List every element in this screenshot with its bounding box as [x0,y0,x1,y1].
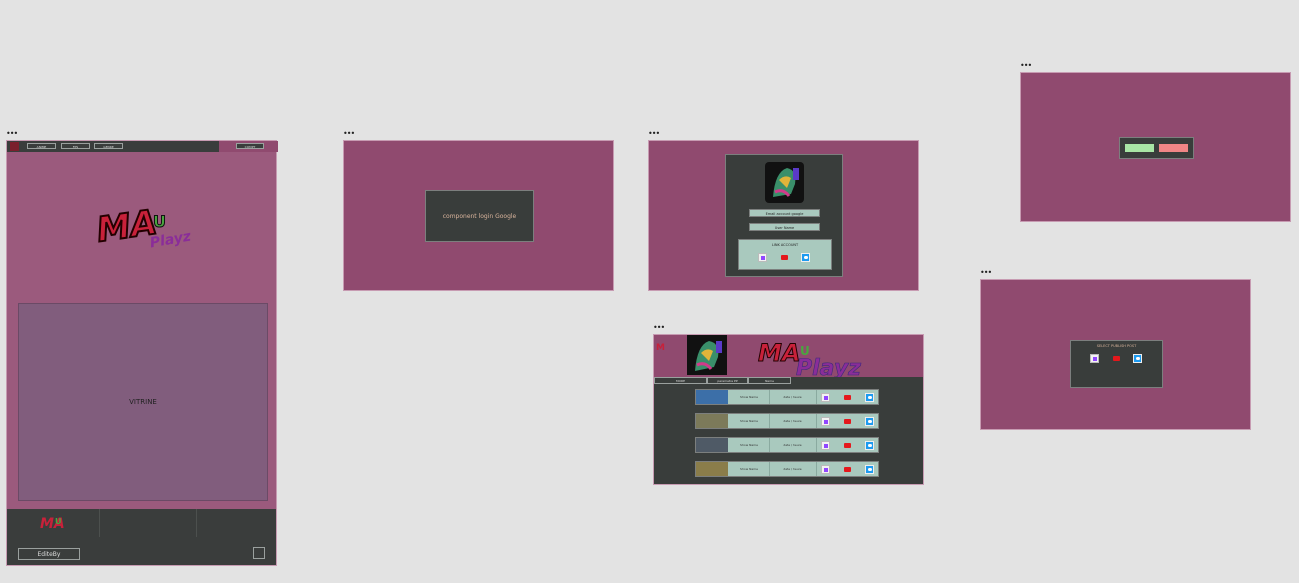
show-row[interactable]: Show Name date / heure [695,461,879,477]
twitter-icon[interactable] [801,253,810,262]
show-thumbnail [696,438,728,452]
show-date: date / heure [769,438,817,452]
tab-more[interactable]: MORE [654,377,707,384]
twitch-icon[interactable] [758,253,767,262]
svg-text:MA: MA [758,339,800,367]
profile-header: M MA U Playz [654,335,923,382]
show-row[interactable]: Show Name date / heure [695,437,879,453]
footer-square-button[interactable] [253,547,265,559]
svg-text:M: M [656,343,665,352]
show-title: Show Name [729,438,770,452]
nav-anime[interactable]: ANIME [27,143,56,149]
confirm-box [1119,137,1194,159]
show-date: date / heure [769,390,817,404]
email-account-button[interactable]: Email account google [749,209,820,217]
twitch-icon[interactable] [821,465,830,474]
twitch-icon[interactable] [1090,354,1099,363]
twitter-icon[interactable] [865,393,874,402]
account-panel: Email account google User Name LINK ACCO… [725,154,843,277]
twitter-icon[interactable] [865,417,874,426]
avatar [765,162,804,203]
youtube-icon[interactable] [843,417,852,426]
svg-text:U: U [153,212,166,231]
tab-parametre[interactable]: parametre PP [707,377,748,384]
show-date: date / heure [769,414,817,428]
svg-text:Playz: Playz [796,356,861,377]
twitter-icon[interactable] [865,441,874,450]
frame-menu-icon[interactable]: ••• [6,130,18,138]
twitch-icon[interactable] [821,441,830,450]
site-frame: ANIME FPS GENRE COMPT MA U Playz VITRINE… [6,140,278,566]
confirm-frame [1020,72,1291,222]
login-frame: component login Google [343,140,614,291]
tab-name[interactable]: Name [748,377,791,384]
show-title: Show Name [729,390,770,404]
site-logo-icon[interactable] [10,142,19,151]
footer: MA U EditeBy [7,509,276,565]
twitch-icon[interactable] [821,393,830,402]
cancel-button[interactable] [1159,144,1188,152]
edited-by-button[interactable]: EditeBy [18,548,80,560]
show-title: Show Name [729,414,770,428]
user-name-button[interactable]: User Name [749,223,820,231]
frame-menu-icon[interactable]: ••• [1020,62,1032,70]
twitter-icon[interactable] [865,465,874,474]
youtube-icon[interactable] [843,441,852,450]
show-row[interactable]: Show Name date / heure [695,389,879,405]
vitrine-panel: VITRINE [18,303,268,501]
publish-title: SELECT PUBLISH POST [1096,344,1137,348]
account-frame: Email account google User Name LINK ACCO… [648,140,919,291]
nav-genre[interactable]: GENRE [94,143,123,149]
mau-playz-logo: MA U Playz [756,335,868,382]
google-login-component[interactable]: component login Google [425,190,534,242]
link-account-box: LINK ACCOUNT [738,239,832,270]
show-thumbnail [696,390,728,404]
link-account-label: LINK ACCOUNT [771,243,799,247]
frame-menu-icon[interactable]: ••• [980,269,992,277]
twitch-icon[interactable] [821,417,830,426]
frame-menu-icon[interactable]: ••• [343,130,355,138]
top-navbar: ANIME FPS GENRE COMPT [7,141,278,152]
footer-cell-2 [99,509,197,537]
svg-text:U: U [55,517,62,526]
mau-logo: MA U Playz [93,197,200,257]
footer-logo: MA U [39,512,65,534]
show-date: date / heure [769,462,817,476]
show-title: Show Name [729,462,770,476]
twitter-icon[interactable] [1133,354,1142,363]
profile-frame: M MA U Playz MORE parametre PP Name Show… [653,334,924,485]
publish-frame: SELECT PUBLISH POST [980,279,1251,430]
profile-avatar [687,335,727,375]
publish-box: SELECT PUBLISH POST [1070,340,1163,388]
frame-menu-icon[interactable]: ••• [653,324,665,332]
frame-menu-icon[interactable]: ••• [648,130,660,138]
youtube-icon[interactable] [843,465,852,474]
confirm-button[interactable] [1125,144,1154,152]
youtube-icon[interactable] [1112,354,1121,363]
small-logo: M [656,337,668,353]
show-thumbnail [696,414,728,428]
footer-logo-cell: MA U [7,509,100,537]
show-thumbnail [696,462,728,476]
show-row[interactable]: Show Name date / heure [695,413,879,429]
account-button[interactable]: COMPT [236,143,264,149]
youtube-icon[interactable] [843,393,852,402]
nav-fps[interactable]: FPS [61,143,90,149]
youtube-icon[interactable] [780,253,789,262]
